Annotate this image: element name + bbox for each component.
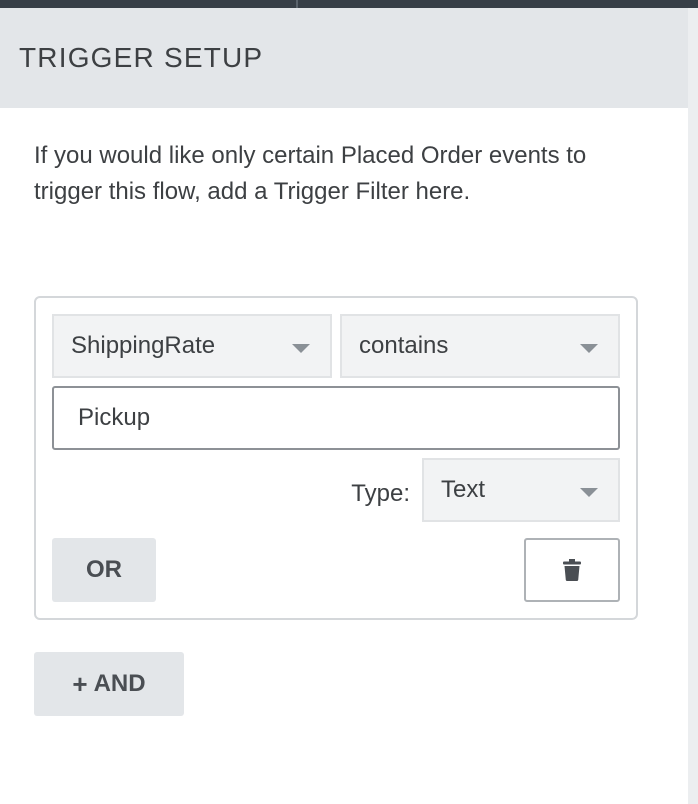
or-button[interactable]: OR xyxy=(52,538,156,602)
trigger-description: If you would like only certain Placed Or… xyxy=(34,142,587,205)
plus-icon: + xyxy=(72,668,88,699)
panel-title: TRIGGER SETUP xyxy=(19,42,264,73)
filter-operator-value: contains xyxy=(359,332,449,359)
add-and-condition-button[interactable]: + AND xyxy=(34,652,184,716)
filter-field-value: ShippingRate xyxy=(71,332,216,359)
topbar-divider xyxy=(296,0,298,8)
delete-filter-button[interactable] xyxy=(524,538,620,602)
filter-type-value: Text xyxy=(441,476,486,503)
chevron-down-icon xyxy=(580,344,598,353)
trash-icon xyxy=(563,559,581,581)
filter-value-input[interactable] xyxy=(52,386,620,450)
type-label: Type: xyxy=(351,480,410,507)
chevron-down-icon xyxy=(580,488,598,497)
top-navigation-bar xyxy=(0,0,698,8)
panel-header: TRIGGER SETUP xyxy=(0,8,688,108)
chevron-down-icon xyxy=(292,344,310,353)
and-button-label: AND xyxy=(93,670,146,697)
filter-field-select[interactable]: ShippingRate xyxy=(52,314,332,378)
scrollbar-track[interactable] xyxy=(688,8,698,804)
trigger-filter-card: ShippingRate contains Type: Text OR xyxy=(34,296,638,620)
filter-type-select[interactable]: Text xyxy=(422,458,620,522)
panel-body: If you would like only certain Placed Or… xyxy=(0,108,688,804)
filter-operator-select[interactable]: contains xyxy=(340,314,620,378)
